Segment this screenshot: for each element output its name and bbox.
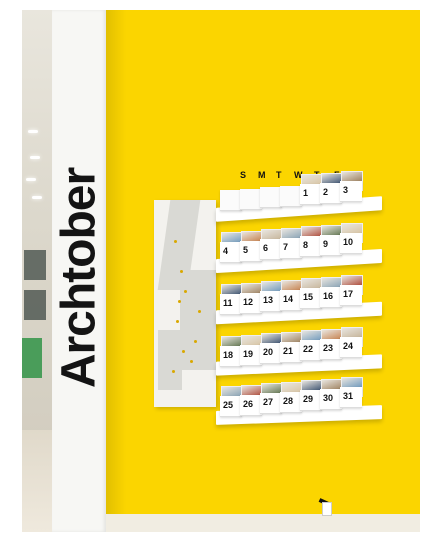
card-pocket	[220, 190, 242, 211]
calendar-day-pocket: 14	[280, 279, 303, 311]
ceiling-light-icon	[28, 130, 38, 133]
map-landmass	[180, 270, 216, 370]
calendar-day-pocket: 28	[280, 381, 303, 413]
calendar-day-pocket: 19	[240, 334, 263, 366]
map-pin-icon	[176, 320, 179, 323]
day-number: 5	[243, 244, 249, 255]
day-number: 16	[323, 290, 334, 301]
day-number: 21	[283, 345, 294, 356]
calendar-day-pocket: 13	[260, 281, 283, 312]
calendar-day-pocket: 3	[340, 171, 363, 202]
day-number: 17	[343, 289, 354, 299]
ceiling-light-icon	[26, 178, 36, 181]
day-number: 20	[263, 347, 274, 357]
calendar-day-pocket: 9	[320, 224, 343, 256]
day-number: 22	[303, 344, 314, 354]
background-shelf	[24, 290, 46, 320]
day-number: 29	[303, 394, 314, 404]
calendar-day-pocket: 30	[320, 378, 343, 410]
calendar-day-pocket: 21	[280, 331, 303, 363]
map-pin-icon	[194, 340, 197, 343]
calendar-day-pocket: 4	[220, 232, 243, 263]
day-number: 13	[263, 295, 274, 305]
calendar-day-pocket: 17	[340, 275, 363, 306]
calendar-day-pocket: 25	[220, 386, 243, 417]
day-number: 19	[243, 348, 254, 359]
ceiling-light-icon	[32, 196, 42, 199]
day-number: 1	[303, 188, 309, 198]
day-number: 26	[243, 398, 254, 409]
day-number: 6	[263, 243, 269, 253]
calendar-day-pocket: 5	[240, 230, 263, 262]
map-pin-icon	[190, 360, 193, 363]
power-outlet-icon	[322, 502, 332, 516]
day-number: 4	[223, 246, 229, 256]
day-number: 3	[343, 185, 349, 195]
map-pin-icon	[198, 310, 201, 313]
background-shelf	[24, 250, 46, 280]
archtober-vertical-title: Archtober	[52, 167, 106, 389]
day-number: 14	[283, 293, 294, 304]
calendar-day-pocket: 26	[240, 384, 263, 416]
calendar-day-pocket: 22	[300, 330, 323, 361]
empty-pocket	[260, 177, 282, 208]
ceiling-light-icon	[30, 156, 40, 159]
day-number: 10	[343, 237, 354, 247]
card-pocket	[260, 187, 282, 208]
day-number: 23	[323, 342, 334, 353]
calendar-day-pocket: 15	[300, 278, 323, 309]
day-number: 27	[263, 397, 274, 407]
calendar-day-pocket: 31	[340, 377, 363, 408]
archtober-wall-photo: Archtober S M T W T F S 1234567891011121…	[22, 10, 420, 532]
card-pocket	[280, 185, 302, 207]
map-landmass	[158, 330, 182, 390]
day-number: 2	[323, 186, 329, 197]
day-number: 15	[303, 292, 314, 302]
calendar-day-pocket: 7	[280, 227, 303, 259]
map-pin-icon	[180, 270, 183, 273]
day-number: 30	[323, 392, 334, 403]
calendar-day-pocket: 8	[300, 226, 323, 257]
map-pin-icon	[178, 300, 181, 303]
empty-pocket	[220, 180, 242, 211]
day-number: 7	[283, 241, 289, 252]
calendar-day-pocket: 12	[240, 282, 263, 314]
map-pin-icon	[184, 290, 187, 293]
map-pin-icon	[182, 350, 185, 353]
calendar-day-pocket: 6	[260, 229, 283, 260]
calendar-day-pocket: 2	[320, 172, 343, 204]
map-pin-icon	[174, 240, 177, 243]
background-green-object	[22, 338, 42, 378]
calendar-day-pocket: 16	[320, 276, 343, 308]
day-number: 31	[343, 391, 354, 401]
calendar-day-pocket: 23	[320, 328, 343, 360]
day-number: 18	[223, 350, 234, 360]
calendar-day-pocket: 24	[340, 327, 363, 358]
empty-pocket	[280, 176, 302, 207]
day-number: 28	[283, 395, 294, 406]
day-number: 11	[223, 298, 233, 308]
calendar-day-pocket: 18	[220, 336, 243, 367]
calendar-day-pocket: 27	[260, 383, 283, 414]
nyc-map-panel	[154, 200, 216, 407]
day-number: 9	[323, 238, 329, 249]
day-number: 12	[243, 296, 254, 307]
calendar-day-pocket: 20	[260, 333, 283, 364]
day-number: 24	[343, 341, 354, 351]
empty-pocket	[240, 179, 262, 210]
calendar-day-pocket: 11	[220, 284, 243, 315]
calendar-day-pocket: 29	[300, 380, 323, 411]
day-number: 8	[303, 240, 309, 250]
calendar-day-pocket: 1	[300, 174, 323, 205]
card-pocket	[240, 188, 262, 210]
day-number: 25	[223, 400, 234, 410]
calendar-day-pocket: 10	[340, 223, 363, 254]
wall-shadow	[106, 10, 126, 532]
map-pin-icon	[172, 370, 175, 373]
baseboard	[106, 514, 420, 532]
